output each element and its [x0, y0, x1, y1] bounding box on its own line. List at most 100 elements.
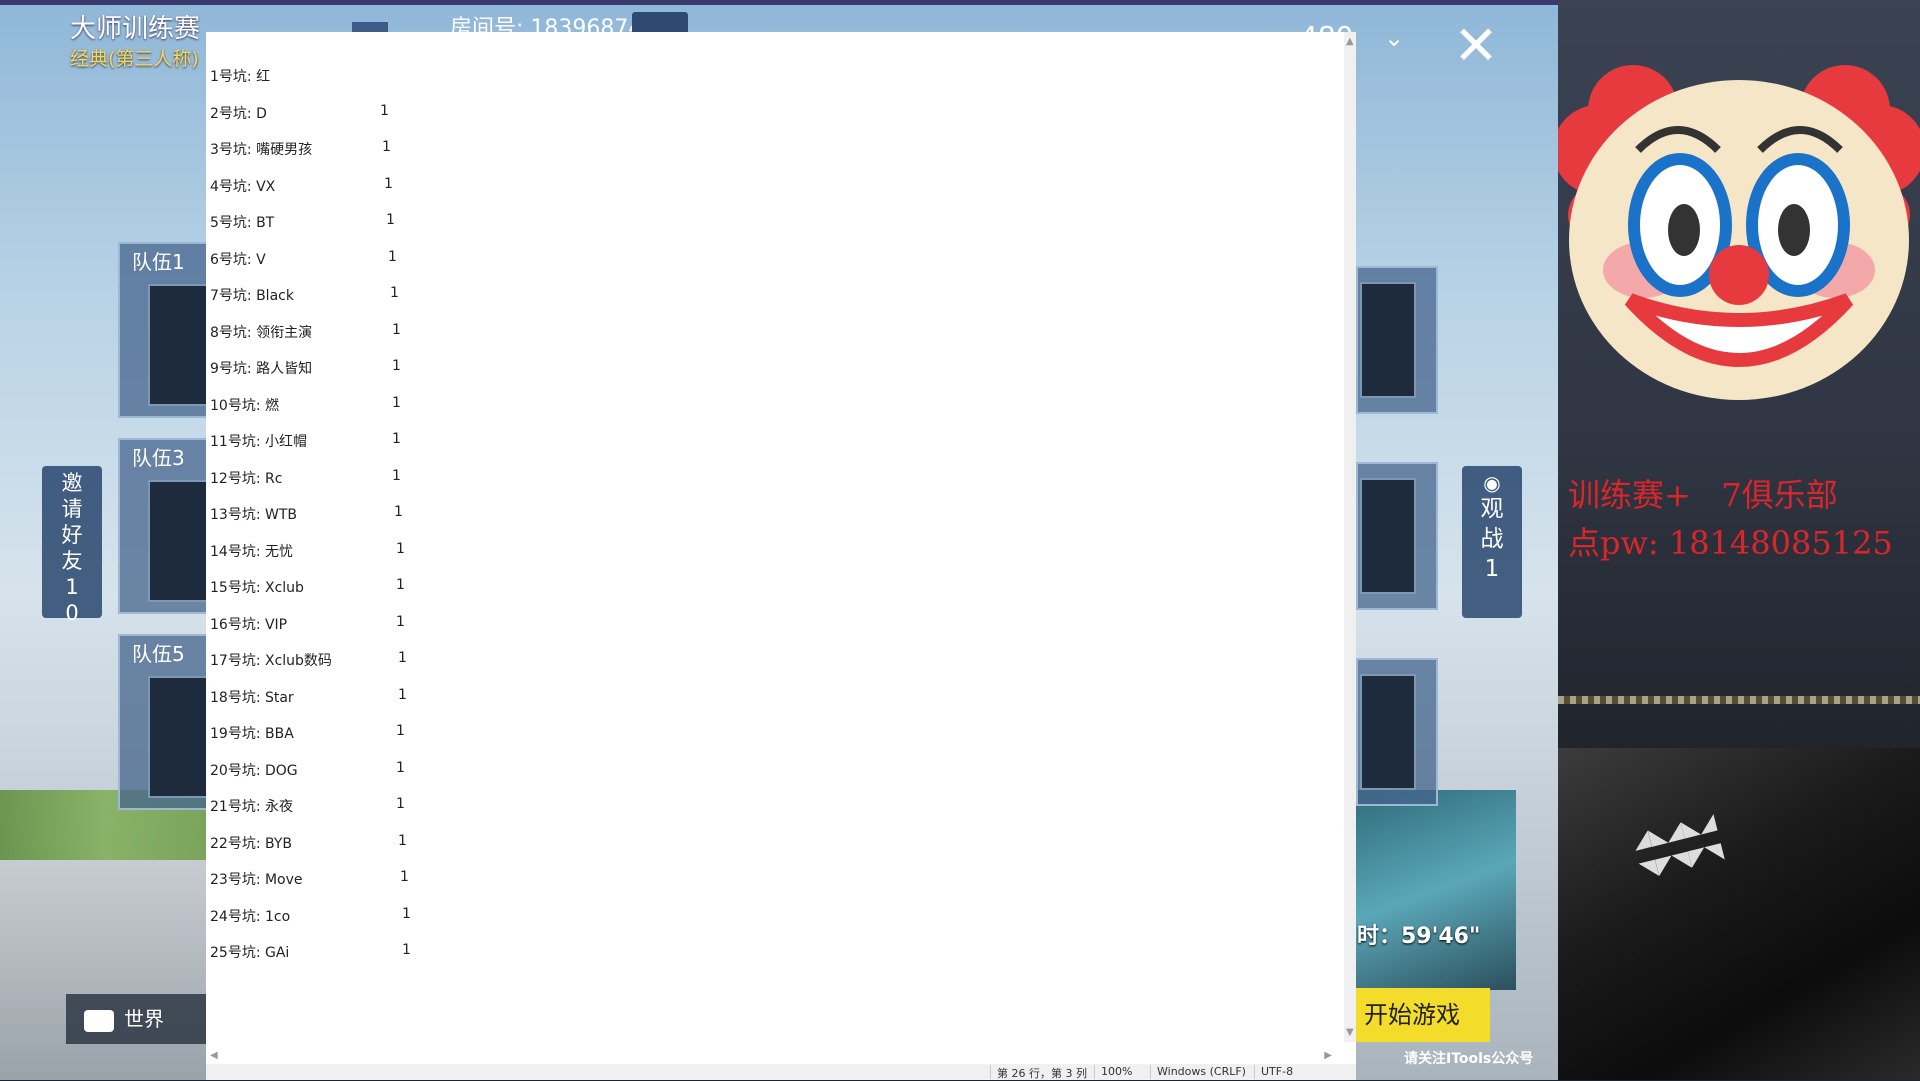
line-label: 17号坑: Xclub数码: [210, 653, 332, 669]
text-line[interactable]: 7号坑: Black 1: [210, 285, 910, 322]
text-line[interactable]: 12号坑: Rc 1: [210, 468, 910, 505]
team-panel-1[interactable]: 队伍1: [118, 242, 212, 418]
spectate-count: 1: [1484, 556, 1500, 582]
player-slot[interactable]: [148, 480, 212, 602]
line-count: 1: [396, 759, 405, 776]
scroll-left-icon[interactable]: ◀: [210, 1050, 218, 1061]
spectate-button[interactable]: ◉ 观战 1: [1462, 466, 1522, 618]
line-label: 7号坑: Black: [210, 288, 294, 304]
text-line[interactable]: 6号坑: V 1: [210, 249, 910, 286]
player-slot[interactable]: [148, 676, 212, 798]
team-label: 队伍3: [132, 446, 185, 470]
city-lights: [1558, 696, 1920, 704]
chat-channel: 世界: [124, 1007, 164, 1031]
team-label: 队伍1: [132, 250, 185, 274]
line-count: 1: [400, 869, 409, 885]
line-count: 1: [388, 248, 397, 265]
text-line[interactable]: 5号坑: BT 1: [210, 212, 910, 249]
line-count: 1: [396, 796, 405, 812]
line-count: 1: [386, 212, 395, 228]
notepad-window[interactable]: 1号坑: 红 2号坑: D 1 3号坑: 嘴硬男孩 1 4号坑: VX 1 5号坑: BT 1 6…: [206, 32, 1356, 1080]
mode-subtitle: 经典(第三人称): [70, 48, 199, 70]
scenery-right: [1356, 790, 1516, 990]
text-line[interactable]: 1号坑: 红: [210, 66, 910, 103]
player-slot[interactable]: [1360, 478, 1416, 594]
team-panel-right-1[interactable]: [1356, 266, 1438, 414]
chevron-down-icon[interactable]: ⌄: [1384, 24, 1404, 52]
horizontal-scrollbar[interactable]: ◀ ▶: [206, 1050, 1336, 1064]
line-label: 10号坑: 燃: [210, 397, 279, 414]
text-line[interactable]: 24号坑: 1co 1: [210, 906, 910, 943]
line-count: 1: [396, 577, 405, 593]
text-line[interactable]: 2号坑: D 1: [210, 103, 910, 140]
scenery-ground: [0, 860, 210, 1080]
chat-button[interactable]: 世界: [66, 994, 206, 1044]
line-count: 1: [390, 285, 399, 301]
line-label: 15号坑: Xclub: [210, 580, 304, 596]
line-label: 4号坑: VX: [210, 178, 276, 195]
text-line[interactable]: 22号坑: BYB 1: [210, 833, 910, 870]
line-label: 18号坑: Star: [210, 689, 294, 706]
team-label: 队伍5: [132, 642, 185, 666]
webcam-feed: ◢◣◢◣◢ ◥◤◥◤◥: [1558, 748, 1920, 1080]
line-label: 13号坑: WTB: [210, 507, 297, 523]
line-label: 1号坑: 红: [210, 69, 271, 85]
close-icon[interactable]: ✕: [1448, 18, 1504, 74]
line-count: 1: [384, 175, 393, 192]
text-line[interactable]: 11号坑: 小红帽 1: [210, 431, 910, 468]
line-count: 1: [394, 504, 403, 520]
line-label: 12号坑: Rc: [210, 470, 283, 487]
vertical-scrollbar[interactable]: ▲ ▼: [1344, 32, 1356, 1042]
text-line[interactable]: 16号坑: VIP 1: [210, 614, 910, 651]
overlay-area: 训练赛+ 7俱乐部 点pw: 18148085125: [1553, 0, 1920, 748]
player-slot[interactable]: [1360, 674, 1416, 790]
text-line[interactable]: 15号坑: Xclub 1: [210, 577, 910, 614]
invite-friends-button[interactable]: 邀请好友10: [42, 466, 102, 625]
text-line[interactable]: 21号坑: 永夜 1: [210, 796, 910, 833]
cursor-position: 第 26 行，第 3 列: [997, 1067, 1087, 1080]
line-label: 14号坑: 无忧: [210, 543, 293, 560]
text-line[interactable]: 20号坑: DOG 1: [210, 760, 910, 797]
line-count: 1: [398, 686, 407, 703]
player-slot[interactable]: [148, 284, 212, 406]
follow-notice: 请关注ITools公众号: [1404, 1051, 1534, 1067]
text-line[interactable]: 4号坑: VX 1: [210, 176, 910, 213]
top-accent-bar: [0, 0, 1558, 5]
text-area[interactable]: 1号坑: 红 2号坑: D 1 3号坑: 嘴硬男孩 1 4号坑: VX 1 5号坑: BT 1 6…: [210, 66, 910, 979]
line-count: 1: [398, 650, 407, 666]
text-line[interactable]: 23号坑: Move 1: [210, 869, 910, 906]
mode-title: 大师训练赛: [70, 14, 201, 44]
line-label: 9号坑: 路人皆知: [210, 361, 313, 377]
line-count: 1: [402, 905, 411, 922]
line-label: 25号坑: GAi: [210, 945, 290, 961]
line-ending: Windows (CRLF): [1157, 1065, 1246, 1078]
scroll-down-icon[interactable]: ▼: [1346, 1027, 1354, 1038]
text-line[interactable]: 17号坑: Xclub数码 1: [210, 650, 910, 687]
text-line[interactable]: 8号坑: 领衔主演 1: [210, 322, 910, 359]
line-count: 1: [402, 942, 411, 958]
text-line[interactable]: 14号坑: 无忧 1: [210, 541, 910, 578]
line-label: 19号坑: BBA: [210, 726, 294, 742]
text-line[interactable]: 10号坑: 燃 1: [210, 395, 910, 432]
text-line[interactable]: 25号坑: GAi 1: [210, 942, 910, 979]
scroll-up-icon[interactable]: ▲: [1346, 36, 1354, 47]
player-slot[interactable]: [1360, 282, 1416, 398]
streamer-panel: 训练赛+ 7俱乐部 点pw: 18148085125 ◢◣◢◣◢ ◥◤◥◤◥: [1553, 0, 1920, 1080]
text-line[interactable]: 9号坑: 路人皆知 1: [210, 358, 910, 395]
line-label: 23号坑: Move: [210, 872, 303, 888]
line-label: 2号坑: D: [210, 105, 267, 122]
encoding: UTF-8: [1261, 1065, 1294, 1078]
team-panel-5[interactable]: 队伍5: [118, 634, 212, 810]
text-line[interactable]: 19号坑: BBA 1: [210, 723, 910, 760]
text-line[interactable]: 3号坑: 嘴硬男孩 1: [210, 139, 910, 176]
team-panel-right-2[interactable]: [1356, 462, 1438, 610]
line-count: 1: [396, 723, 405, 739]
countdown-timer: 时：59'46": [1357, 924, 1481, 949]
text-line[interactable]: 13号坑: WTB 1: [210, 504, 910, 541]
line-count: 1: [396, 613, 405, 630]
start-game-button[interactable]: 开始游戏: [1356, 988, 1490, 1042]
text-line[interactable]: 18号坑: Star 1: [210, 687, 910, 724]
scroll-right-icon[interactable]: ▶: [1324, 1050, 1332, 1061]
team-panel-right-3[interactable]: [1356, 658, 1438, 806]
team-panel-3[interactable]: 队伍3: [118, 438, 212, 614]
